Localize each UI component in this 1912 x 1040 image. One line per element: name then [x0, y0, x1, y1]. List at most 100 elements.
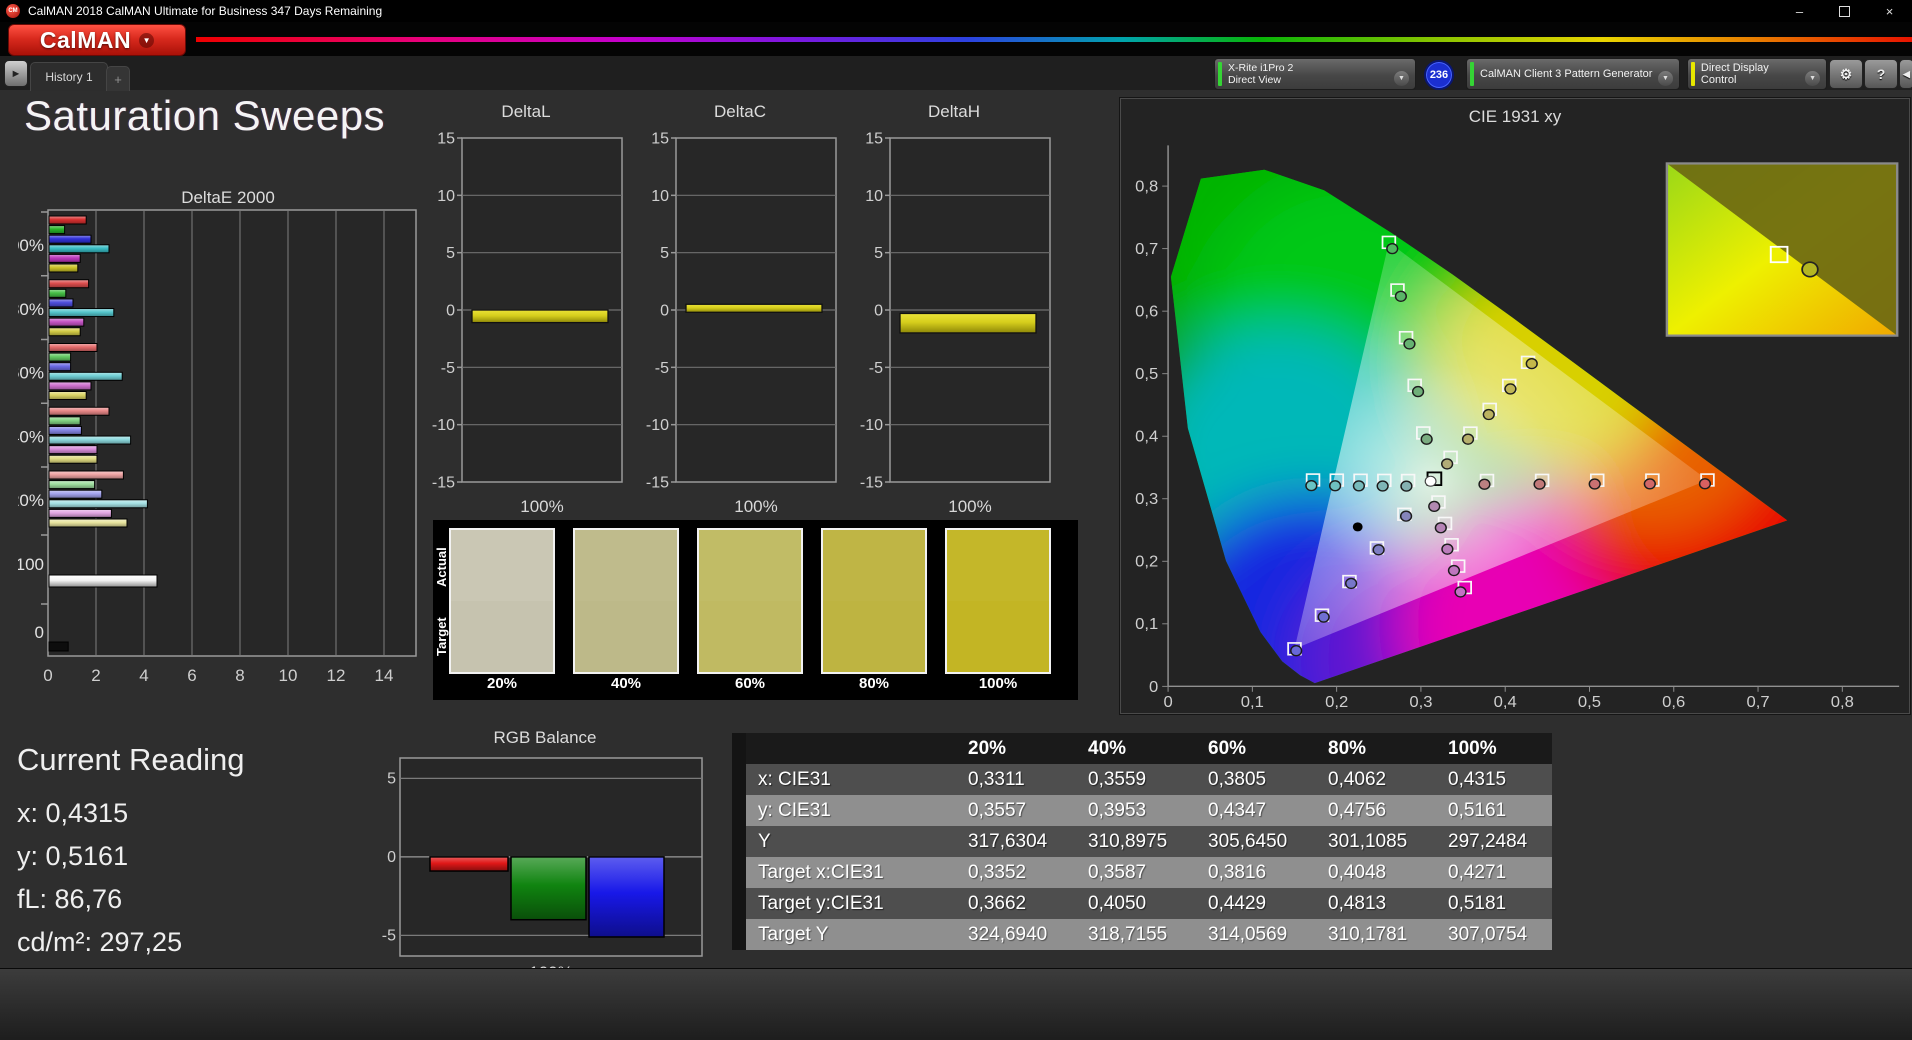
deltae-bar-40%-magenta [49, 446, 97, 454]
table-value: 0,5181 [1432, 888, 1552, 919]
deltae-bar-80%-green [49, 289, 66, 297]
table-value: 314,0569 [1192, 919, 1312, 950]
rainbow-divider [196, 37, 1912, 42]
row-gutter [732, 888, 746, 919]
tab-scroll-button[interactable]: ► [4, 60, 28, 87]
svg-text:0: 0 [1149, 678, 1158, 695]
svg-text:-5: -5 [382, 927, 396, 944]
row-gutter [732, 795, 746, 826]
deltae-bar-20%-yellow [49, 519, 127, 527]
svg-text:-15: -15 [432, 475, 455, 492]
svg-text:0: 0 [35, 623, 44, 642]
svg-text:0,6: 0,6 [1662, 694, 1685, 709]
svg-text:15: 15 [651, 131, 669, 148]
minimize-button[interactable]: – [1777, 0, 1822, 22]
table-value: 0,3953 [1072, 795, 1192, 826]
svg-text:40%: 40% [18, 427, 44, 446]
chevron-down-icon: ▼ [1394, 71, 1409, 86]
table-header-spacer [746, 733, 952, 764]
chevron-left-icon: ◀ [1903, 69, 1910, 80]
svg-text:5: 5 [660, 245, 669, 262]
deltae-bar-80%-yellow [49, 328, 80, 336]
table-value: 0,4347 [1192, 795, 1312, 826]
deltae-bar-40%-blue [49, 426, 81, 434]
current-reading-title: Current Reading [17, 742, 244, 778]
pattern-generator-label: CalMAN Client 3 Pattern Generator [1480, 68, 1652, 80]
row-gutter [732, 764, 746, 795]
svg-text:-5: -5 [869, 360, 883, 377]
deltae2000-chart: DeltaE 2000 100%80%60%40%20%100002468101… [18, 192, 438, 706]
swatch-40% [573, 528, 679, 674]
actual-row-label: Actual [434, 532, 450, 602]
actual-target-swatches: Actual Target 20%40%60%80%100% [433, 520, 1078, 700]
meter-dropdown[interactable]: X-Rite i1Pro 2Direct View ▼ [1214, 58, 1416, 90]
add-tab-button[interactable]: + [106, 66, 130, 91]
svg-text:0,1: 0,1 [1135, 616, 1158, 633]
svg-text:6: 6 [187, 666, 196, 685]
tab-history-1[interactable]: History 1 [30, 62, 108, 91]
help-button[interactable]: ? [1864, 59, 1898, 89]
tab-bar: ► History 1 + X-Rite i1Pro 2Direct View … [0, 56, 1912, 90]
deltae-bar-20%-magenta [49, 509, 111, 517]
row-gutter [732, 857, 746, 888]
display-control-dropdown[interactable]: Direct Display Control ▼ [1687, 58, 1827, 90]
measurement-table: 20%40%60%80%100%x: CIE310,33110,35590,38… [732, 733, 1552, 950]
swatch-100% [945, 528, 1051, 674]
table-value: 0,4048 [1312, 857, 1432, 888]
svg-text:0: 0 [1163, 694, 1172, 709]
deltae-bar-40%-green [49, 417, 80, 425]
table-value: 305,6450 [1192, 826, 1312, 857]
pattern-generator-dropdown[interactable]: CalMAN Client 3 Pattern Generator ▼ [1466, 58, 1680, 90]
svg-text:0,1: 0,1 [1241, 694, 1264, 709]
svg-text:0,6: 0,6 [1135, 303, 1158, 320]
swatch-label: 80% [819, 675, 929, 692]
table-header: 40% [1072, 733, 1192, 764]
svg-text:10: 10 [651, 188, 669, 205]
calman-logo-menu[interactable]: CalMAN ▼ [8, 24, 186, 56]
svg-text:5: 5 [874, 245, 883, 262]
deltae-bar-20%-green [49, 481, 95, 489]
svg-text:2: 2 [91, 666, 100, 685]
deltae-bar-100%-green [49, 226, 65, 234]
svg-text:10: 10 [865, 188, 883, 205]
window-controls: – × [1777, 0, 1912, 22]
svg-text:100%: 100% [520, 497, 563, 516]
deltae-bar-100%-yellow [49, 264, 78, 272]
table-value: 0,4429 [1192, 888, 1312, 919]
deltac-title: DeltaC [640, 102, 840, 122]
gear-icon: ⚙ [1840, 66, 1853, 83]
calman-logo-text: CalMAN [40, 27, 131, 54]
svg-text:0,4: 0,4 [1135, 428, 1158, 445]
meter-status-accent [1218, 62, 1222, 86]
svg-text:0,8: 0,8 [1135, 178, 1158, 195]
chevron-down-icon: ▼ [139, 33, 154, 48]
table-value: 0,3352 [952, 857, 1072, 888]
table-value: 318,7155 [1072, 919, 1192, 950]
question-icon: ? [1877, 66, 1886, 82]
svg-text:0,7: 0,7 [1135, 241, 1158, 258]
table-value: 0,3662 [952, 888, 1072, 919]
table-value: 0,3559 [1072, 764, 1192, 795]
page-title: Saturation Sweeps [24, 92, 385, 140]
chevron-down-icon: ▼ [1805, 71, 1820, 86]
meter-badge[interactable]: 236 [1424, 60, 1454, 90]
svg-text:-15: -15 [646, 475, 669, 492]
svg-text:0,2: 0,2 [1325, 694, 1348, 709]
svg-text:100%: 100% [734, 497, 777, 516]
table-header: 80% [1312, 733, 1432, 764]
table-value: 0,4813 [1312, 888, 1432, 919]
table-header: 60% [1192, 733, 1312, 764]
maximize-button[interactable] [1822, 0, 1867, 22]
deltae-bar-60%-magenta [49, 382, 91, 390]
deltae-bar-60%-blue [49, 363, 71, 371]
close-button[interactable]: × [1867, 0, 1912, 22]
svg-text:60%: 60% [18, 364, 44, 383]
collapse-button[interactable]: ◀ [1899, 59, 1912, 89]
svg-text:5: 5 [387, 770, 396, 787]
deltal-chart: DeltaL 151050-5-10-15100% [426, 102, 626, 528]
svg-text:0: 0 [387, 849, 396, 866]
settings-button[interactable]: ⚙ [1829, 59, 1863, 89]
svg-text:14: 14 [375, 666, 394, 685]
display-status-accent [1691, 62, 1695, 86]
deltae-bar-100%-magenta [49, 254, 80, 262]
